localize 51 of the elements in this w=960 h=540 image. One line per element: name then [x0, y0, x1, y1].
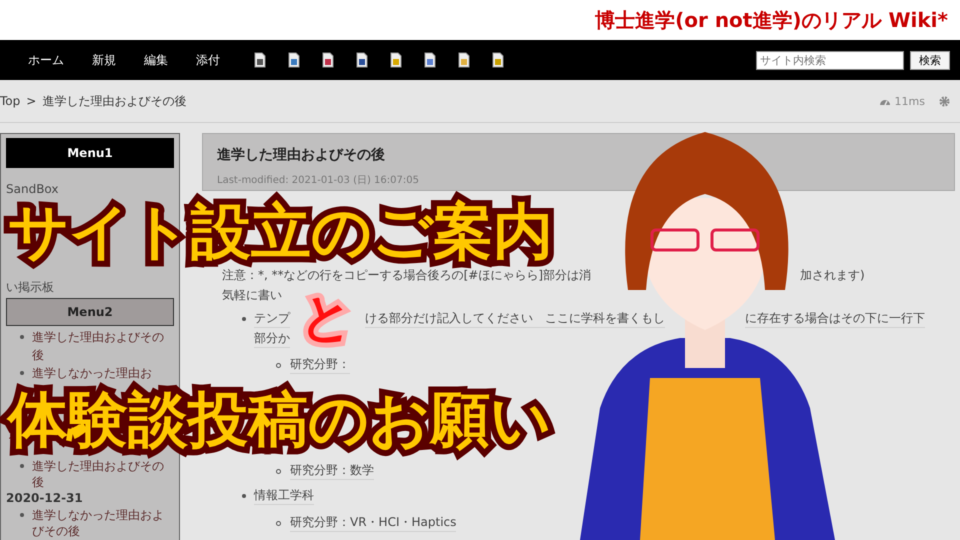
breadcrumb-separator: >: [26, 94, 36, 108]
nav-link[interactable]: 編集: [130, 52, 182, 68]
search-button[interactable]: 検索: [910, 50, 950, 70]
nav-link[interactable]: 新規: [78, 52, 130, 68]
body-text: 情報工学科: [254, 487, 314, 505]
body-text: 部分か: [254, 330, 290, 348]
menu-header: Menu1: [6, 138, 174, 168]
caption-connector-text: と: [300, 292, 353, 344]
bullet-icon: [242, 317, 246, 321]
date-heading: 2020-12-31: [6, 490, 84, 507]
document-icon[interactable]: [390, 52, 402, 68]
menu-link[interactable]: 進学した理由およびその後: [32, 328, 174, 364]
body-text: に存在する場合はその下に一行下: [745, 310, 925, 328]
menu-link[interactable]: い掲示板: [6, 278, 174, 296]
body-text: ける部分だけ記入してください ここに学科を書くもし: [365, 310, 665, 328]
bullet-icon: [276, 521, 281, 526]
document-icon[interactable]: [288, 52, 300, 68]
recent-page-link[interactable]: 進学した理由およびその後: [32, 458, 174, 490]
document-icon[interactable]: [424, 52, 436, 68]
breadcrumb-link[interactable]: Top: [0, 94, 20, 108]
bullet-icon: [20, 464, 24, 468]
body-text: テンプ: [254, 310, 290, 328]
bullet-icon: [20, 513, 24, 517]
menu-link[interactable]: SandBox: [6, 180, 174, 198]
breadcrumb-current: 進学した理由およびその後: [42, 92, 186, 110]
document-icon[interactable]: [356, 52, 368, 68]
response-time: 11ms: [894, 94, 925, 108]
search-field[interactable]: サイト内検索: [756, 50, 904, 70]
bullet-icon: [276, 363, 281, 368]
menu-header: Menu2: [6, 298, 174, 326]
recent-page-link[interactable]: 進学しなかった理由およびその後: [32, 507, 174, 539]
menu-link[interactable]: 進学しなかった理由お: [32, 364, 152, 382]
body-text: 研究分野：数学: [290, 462, 374, 480]
bullet-icon: [276, 469, 281, 474]
body-text: 気軽に書い: [222, 286, 282, 304]
document-icon[interactable]: [492, 52, 504, 68]
bullet-icon: [242, 494, 246, 498]
body-text: 加されます): [800, 266, 865, 284]
document-icon[interactable]: [322, 52, 334, 68]
body-text: 研究分野：VR・HCI・Haptics: [290, 514, 456, 532]
body-text: 注意：*, **などの行をコピーする場合後ろの[#ほにゃらら]部分は消: [222, 266, 592, 284]
page-title: 進学した理由およびその後: [217, 146, 386, 164]
nav-link[interactable]: 添付: [182, 52, 234, 68]
document-icon[interactable]: [458, 52, 470, 68]
document-icon[interactable]: [254, 52, 266, 68]
settings-icon[interactable]: [939, 96, 950, 106]
bullet-icon: [20, 335, 24, 339]
bullet-icon: [20, 371, 24, 375]
last-modified: Last-modified: 2021-01-03 (日) 16:07:05: [217, 174, 420, 187]
nav-link[interactable]: ホーム: [14, 52, 78, 68]
body-text: 研究分野：: [290, 356, 350, 374]
